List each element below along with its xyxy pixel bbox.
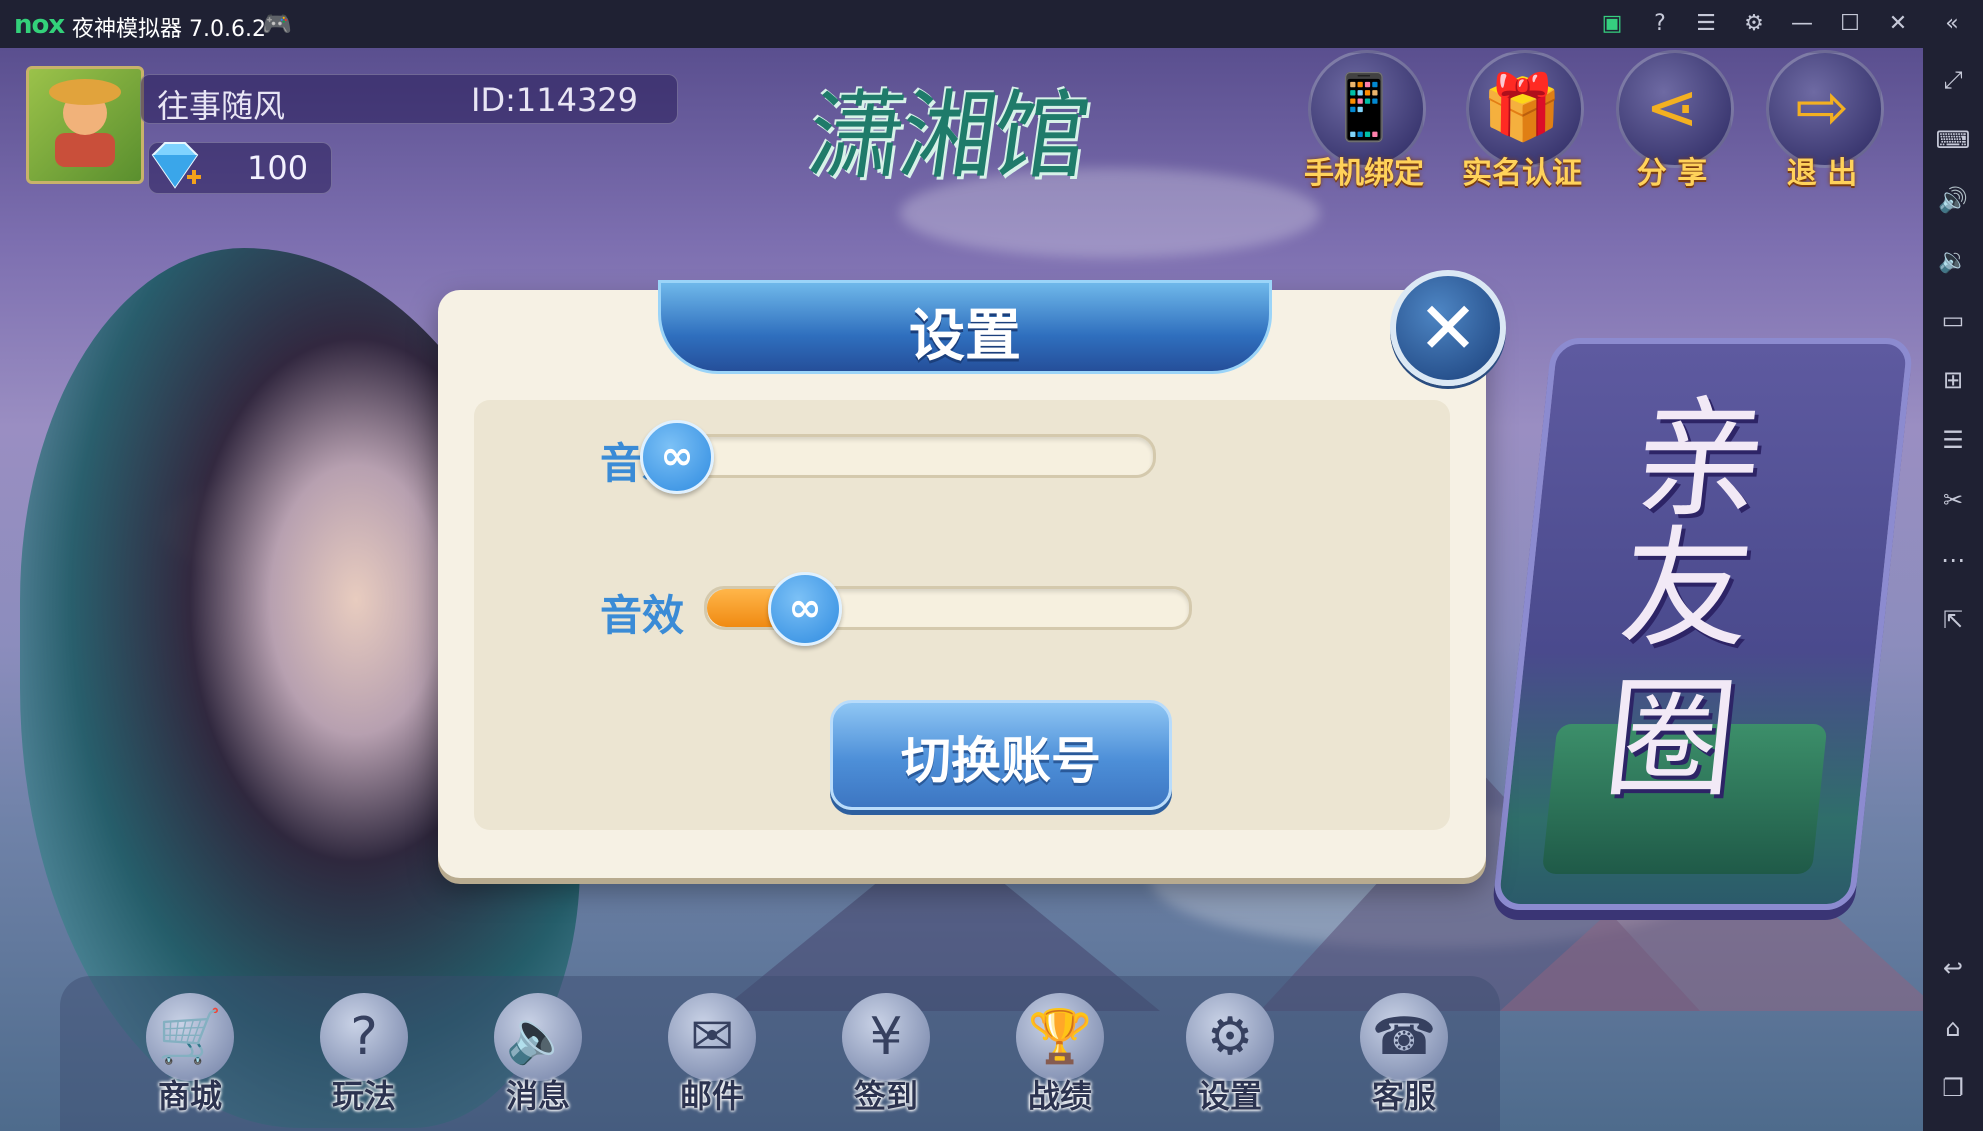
diamond-count: 100: [247, 149, 309, 187]
friends-circle-char: 圈: [1597, 663, 1744, 815]
keyboard-icon[interactable]: ⌨: [1933, 120, 1973, 160]
share-icon[interactable]: ⇱: [1933, 600, 1973, 640]
mail-button[interactable]: ✉ 邮件: [652, 993, 772, 1131]
rules-button[interactable]: ? 玩法: [304, 993, 424, 1131]
switch-account-button[interactable]: 切换账号: [830, 700, 1172, 810]
phone-bind-label: 手机绑定: [1304, 156, 1424, 191]
menu-icon[interactable]: ☰: [1690, 8, 1722, 40]
shop-label: 商城: [157, 1077, 222, 1115]
yen-icon: ¥: [842, 993, 930, 1081]
speaker-icon: 🔈: [494, 993, 582, 1081]
cart-icon: 🛒: [146, 993, 234, 1081]
records-label: 战绩: [1027, 1077, 1092, 1115]
friends-circle-button[interactable]: 亲 友 圈: [1491, 338, 1915, 910]
sfx-slider-knob[interactable]: ∞: [768, 572, 842, 646]
phone-bind-icon: 📱: [1324, 71, 1404, 145]
collapse-icon[interactable]: «: [1936, 8, 1968, 40]
home-icon[interactable]: ⌂: [1933, 1008, 1973, 1048]
phone-bind-button[interactable]: 📱 手机绑定: [1294, 48, 1434, 198]
emulator-sidebar: ⤢ ⌨ 🔊 🔉 ▭ ⊞ ☰ ✂ ⋯ ⇱ ↩ ⌂ ❐: [1923, 48, 1983, 1131]
checkin-button[interactable]: ¥ 签到: [826, 993, 946, 1131]
more-icon[interactable]: ⋯: [1933, 540, 1973, 580]
shop-button[interactable]: 🛒 商城: [130, 993, 250, 1131]
checkin-label: 签到: [853, 1077, 918, 1115]
game-logo: 潇湘馆: [800, 80, 1093, 192]
user-info-bar: 往事随风 ID:114329: [140, 74, 678, 125]
maximize-icon[interactable]: ☐: [1834, 8, 1866, 40]
question-icon: ?: [320, 993, 408, 1081]
mail-icon: ✉: [668, 993, 756, 1081]
settings-icon[interactable]: ⚙: [1738, 8, 1770, 40]
music-slider[interactable]: [674, 434, 1156, 478]
help-icon[interactable]: ?: [1644, 8, 1676, 40]
fullscreen-icon[interactable]: ⤢: [1933, 60, 1973, 100]
multi-instance-icon[interactable]: ☰: [1933, 420, 1973, 460]
sfx-label: 音效: [600, 591, 685, 640]
support-button[interactable]: ☎ 客服: [1344, 993, 1464, 1131]
share-icon: ⋖: [1645, 71, 1699, 145]
rules-label: 玩法: [331, 1077, 396, 1115]
minimize-icon[interactable]: —: [1786, 8, 1818, 40]
volume-up-icon[interactable]: 🔊: [1933, 180, 1973, 220]
settings-label: 设置: [1197, 1077, 1262, 1115]
support-label: 客服: [1371, 1077, 1436, 1115]
close-icon: ✕: [1417, 286, 1479, 370]
recent-apps-icon[interactable]: ❐: [1933, 1068, 1973, 1108]
store-icon[interactable]: ▣: [1596, 8, 1628, 40]
real-name-label: 实名认证: [1462, 156, 1582, 191]
diamond-balance[interactable]: 100: [148, 142, 332, 194]
dialog-header: 设置: [658, 280, 1272, 374]
user-id: ID:114329: [471, 81, 639, 119]
game-screen: 往事随风 ID:114329 100 潇湘馆 📱 手机绑定 🎁 实名认证 ⋖ 分…: [0, 48, 1923, 1131]
gamepad-icon[interactable]: 🎮: [262, 10, 296, 38]
exit-button[interactable]: ⇨ 退 出: [1752, 48, 1892, 198]
share-label: 分 享: [1636, 156, 1708, 191]
records-button[interactable]: 🏆 战绩: [1000, 993, 1120, 1131]
settings-dialog: 音乐 ∞ 音效 ∞ 切换账号 设置 ✕: [438, 270, 1506, 878]
switch-account-label: 切换账号: [901, 732, 1101, 790]
close-icon[interactable]: ✕: [1882, 8, 1914, 40]
apk-install-icon[interactable]: ⊞: [1933, 360, 1973, 400]
headset-icon: ☎: [1360, 993, 1448, 1081]
mail-label: 邮件: [679, 1077, 744, 1115]
back-icon[interactable]: ↩: [1933, 948, 1973, 988]
volume-down-icon[interactable]: 🔉: [1933, 240, 1973, 280]
diamond-icon: [151, 142, 201, 189]
nox-logo: nox: [14, 10, 65, 40]
share-button[interactable]: ⋖ 分 享: [1602, 48, 1742, 198]
real-name-button[interactable]: 🎁 实名认证: [1452, 48, 1592, 198]
avatar[interactable]: [26, 66, 144, 184]
exit-label: 退 出: [1786, 156, 1858, 191]
music-slider-knob[interactable]: ∞: [640, 420, 714, 494]
gear-icon: ⚙: [1186, 993, 1274, 1081]
messages-button[interactable]: 🔈 消息: [478, 993, 598, 1131]
emulator-titlebar: nox 夜神模拟器 7.0.6.2 🎮 ▣ ? ☰ ⚙ — ☐ ✕ «: [0, 0, 1983, 48]
settings-button[interactable]: ⚙ 设置: [1170, 993, 1290, 1131]
screen-icon[interactable]: ▭: [1933, 300, 1973, 340]
dialog-title: 设置: [909, 304, 1021, 369]
trophy-icon: 🏆: [1016, 993, 1104, 1081]
user-name: 往事随风: [157, 87, 286, 125]
exit-icon: ⇨: [1795, 71, 1849, 145]
gift-icon: 🎁: [1482, 71, 1562, 145]
screenshot-icon[interactable]: ✂: [1933, 480, 1973, 520]
settings-panel: 音乐 ∞ 音效 ∞ 切换账号: [474, 400, 1450, 830]
window-title: 夜神模拟器 7.0.6.2: [72, 17, 266, 42]
close-button[interactable]: ✕: [1390, 270, 1506, 386]
messages-label: 消息: [505, 1077, 570, 1115]
